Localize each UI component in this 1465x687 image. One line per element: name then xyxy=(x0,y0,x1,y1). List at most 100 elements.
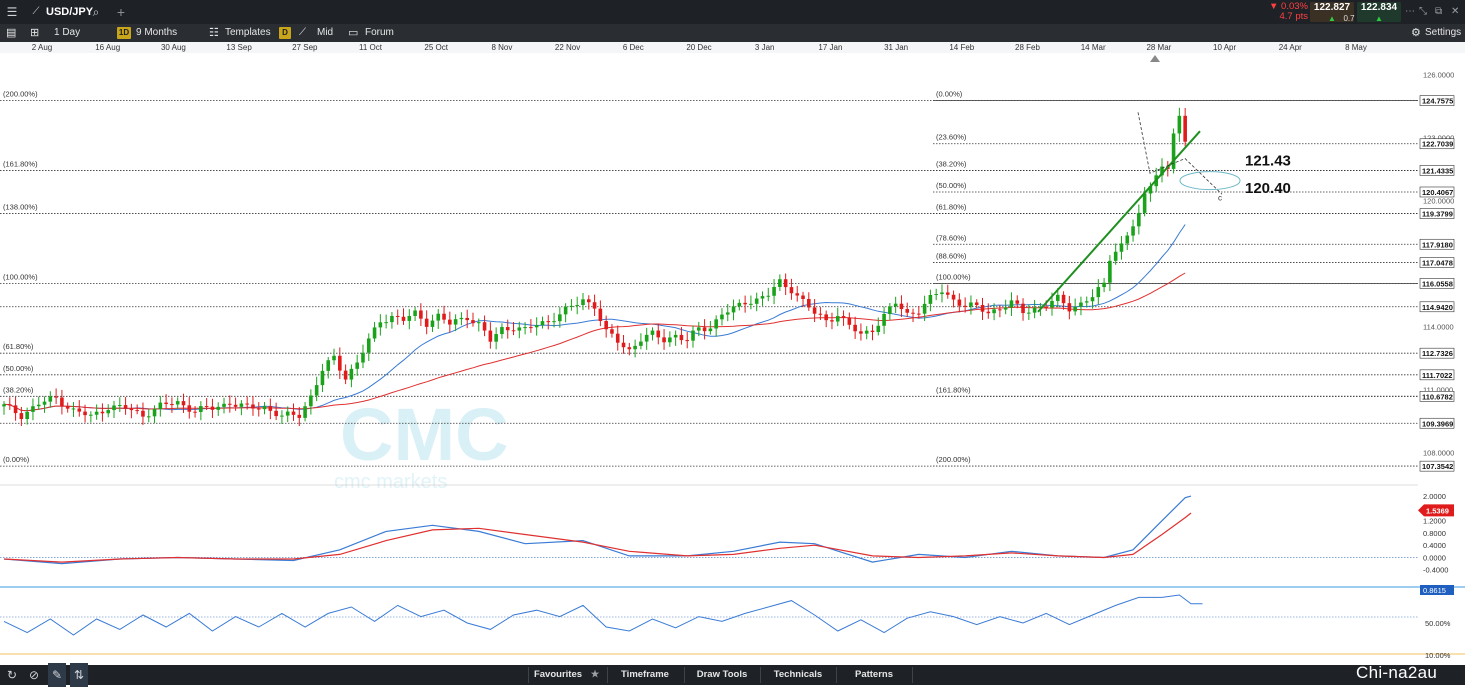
disable-icon[interactable]: ⊘ xyxy=(26,663,42,687)
candle-body xyxy=(181,401,186,406)
candle-body xyxy=(1108,260,1112,283)
candle-body xyxy=(1003,307,1008,310)
candle-body xyxy=(963,305,967,307)
top-bar: ☰ ⟋ USD/JPY ⌕ + ▼ 0.03% 4.7 pts 122.827 … xyxy=(0,0,1465,24)
favourites-star-icon[interactable]: ★ xyxy=(586,665,604,685)
bottom-separator xyxy=(912,667,913,683)
candle-body xyxy=(1084,301,1089,303)
popout-icon[interactable]: ⧉ xyxy=(1435,6,1442,17)
candle-body xyxy=(42,401,47,405)
candle-body xyxy=(772,286,776,296)
interval-selector[interactable]: 1 Day xyxy=(54,24,80,42)
price-label: 107.3542 xyxy=(1422,462,1453,471)
candle-body xyxy=(488,330,493,342)
candle-body xyxy=(934,294,938,296)
candle-body xyxy=(332,355,336,361)
candle-body xyxy=(297,414,302,418)
forum-icon[interactable]: ▭ xyxy=(348,24,358,42)
price-label: 119.3799 xyxy=(1422,210,1453,219)
y-tick-label: 126.0000 xyxy=(1423,71,1454,80)
candle-body xyxy=(54,396,58,398)
refresh-icon[interactable]: ↻ xyxy=(4,663,20,687)
candle-body xyxy=(1096,287,1101,298)
list-icon[interactable]: ▤ xyxy=(6,24,16,42)
candle-body xyxy=(158,402,163,409)
candle-body xyxy=(146,416,151,418)
x-tick-label: 30 Aug xyxy=(161,43,186,52)
x-axis-band xyxy=(0,42,1465,53)
candle-body xyxy=(835,316,840,322)
candle-body xyxy=(1032,307,1037,313)
candle-body xyxy=(986,311,991,314)
technicals-button[interactable]: Technicals xyxy=(764,665,832,685)
candle-body xyxy=(442,313,446,320)
settings-icon[interactable]: ⚙ xyxy=(1411,24,1421,42)
menu-icon[interactable]: ☰ xyxy=(4,0,20,24)
candle-body xyxy=(876,325,881,333)
candle-body xyxy=(262,406,267,410)
candle-body xyxy=(170,404,174,406)
candle-body xyxy=(818,313,823,315)
y-tick-label: 108.0000 xyxy=(1423,449,1454,458)
price-label: 109.3969 xyxy=(1422,419,1453,428)
fib-right-label: (88.60%) xyxy=(936,252,967,261)
price-chart[interactable]: CMC cmc markets 2 Aug 16 Aug 30 Aug 13 Sep 2… xyxy=(0,42,1465,665)
price-label: 124.7575 xyxy=(1422,97,1453,106)
macd-tick-label: -0.4000 xyxy=(1423,566,1448,575)
candle-body xyxy=(48,396,53,402)
candle-body xyxy=(1113,251,1118,261)
candle-body xyxy=(731,306,736,313)
mid-price-button[interactable]: Mid xyxy=(317,24,333,42)
candle-body xyxy=(349,368,354,380)
candle-body xyxy=(407,315,412,321)
pencil-icon[interactable]: ✎ xyxy=(48,663,66,687)
patterns-button[interactable]: Patterns xyxy=(840,665,908,685)
fib-left-label: (61.80%) xyxy=(3,342,34,351)
templates-button[interactable]: Templates xyxy=(225,24,271,42)
magnet-icon[interactable]: ⇅ xyxy=(70,663,88,687)
range-selector[interactable]: 9 Months xyxy=(136,24,177,42)
favourites-button[interactable]: Favourites xyxy=(532,665,584,685)
candle-body xyxy=(824,314,828,321)
candle-body xyxy=(343,370,348,380)
instrument-symbol[interactable]: USD/JPY xyxy=(46,0,93,24)
candle-body xyxy=(89,414,93,416)
scroll-icon[interactable]: ⋯ xyxy=(1405,6,1415,17)
candle-body xyxy=(523,327,527,329)
candle-body xyxy=(957,299,962,306)
candle-body xyxy=(175,401,180,405)
forum-button[interactable]: Forum xyxy=(365,24,394,42)
price-label: 122.7039 xyxy=(1422,140,1453,149)
layout-grid-icon[interactable]: ⊞ xyxy=(30,24,39,42)
candle-body xyxy=(922,303,927,314)
candle-body xyxy=(228,403,232,405)
candle-body xyxy=(992,309,996,314)
search-icon[interactable]: ⌕ xyxy=(88,0,104,24)
buy-price-button[interactable]: 122.834 ▲ xyxy=(1357,2,1401,23)
candle-body xyxy=(708,328,713,332)
price-label: 114.9420 xyxy=(1422,303,1453,312)
add-tab-icon[interactable]: + xyxy=(112,0,130,24)
candle-body xyxy=(783,279,788,288)
mid-price-icon[interactable]: ⟋ xyxy=(299,24,306,42)
templates-icon[interactable]: ☷ xyxy=(209,24,219,42)
fib-left-label: (50.00%) xyxy=(3,364,34,373)
candle-body xyxy=(951,294,956,300)
candle-body xyxy=(361,352,365,363)
chart-type-icon[interactable]: ⟋ xyxy=(28,0,44,24)
x-tick-label: 24 Apr xyxy=(1279,43,1302,52)
candle-body xyxy=(1125,235,1130,244)
candle-body xyxy=(94,411,99,415)
candle-body xyxy=(633,345,637,350)
fib-right-label: (0.00%) xyxy=(936,90,963,99)
shrink-icon[interactable]: ⤡ xyxy=(1419,6,1427,17)
settings-button[interactable]: Settings xyxy=(1425,24,1461,42)
price-label: 116.0558 xyxy=(1422,279,1453,288)
candle-body xyxy=(859,331,863,334)
timeframe-button[interactable]: Timeframe xyxy=(612,665,678,685)
candle-body xyxy=(19,413,24,420)
svg-text:CMC: CMC xyxy=(340,393,509,476)
draw-tools-button[interactable]: Draw Tools xyxy=(688,665,756,685)
candle-body xyxy=(882,313,886,326)
close-icon[interactable]: ✕ xyxy=(1451,6,1459,17)
